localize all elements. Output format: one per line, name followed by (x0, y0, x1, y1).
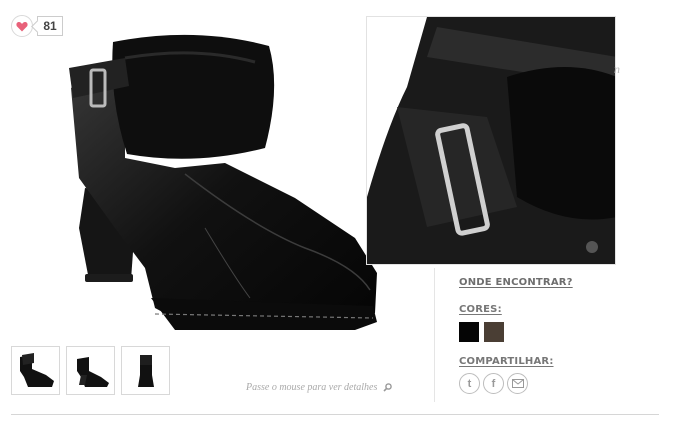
email-button[interactable] (507, 373, 528, 394)
thumbnail-3[interactable] (121, 346, 170, 395)
zoom-edge-text: n (614, 62, 620, 76)
share-buttons: t f (459, 373, 528, 394)
zoom-hint: Passe o mouse para ver detalhes (246, 382, 393, 393)
swatch-black[interactable] (459, 322, 479, 342)
thumbnail-1[interactable] (11, 346, 60, 395)
zoom-detail-panel (366, 16, 616, 265)
boot-side-thumb (19, 352, 54, 387)
swatch-brown[interactable] (484, 322, 504, 342)
twitter-icon: t (467, 377, 472, 390)
thumbnail-strip (11, 346, 170, 395)
facebook-icon: f (491, 377, 496, 390)
vertical-divider (434, 268, 435, 402)
bottom-divider (11, 414, 659, 415)
twitter-button[interactable]: t (459, 373, 480, 394)
where-to-find-link[interactable]: ONDE ENCONTRAR? (459, 277, 573, 288)
thumbnail-2[interactable] (66, 346, 115, 395)
main-product-image[interactable] (55, 28, 395, 343)
colors-label: CORES: (459, 304, 502, 315)
share-label: COMPARTILHAR: (459, 356, 554, 367)
search-icon (383, 383, 393, 392)
zoom-hint-text: Passe o mouse para ver detalhes (246, 382, 378, 393)
boot-front-thumb (137, 354, 154, 387)
email-icon (511, 379, 524, 388)
color-swatches (459, 322, 504, 342)
heart-icon (16, 21, 28, 31)
facebook-button[interactable]: f (483, 373, 504, 394)
boot-side-unfolded-thumb (76, 356, 109, 387)
